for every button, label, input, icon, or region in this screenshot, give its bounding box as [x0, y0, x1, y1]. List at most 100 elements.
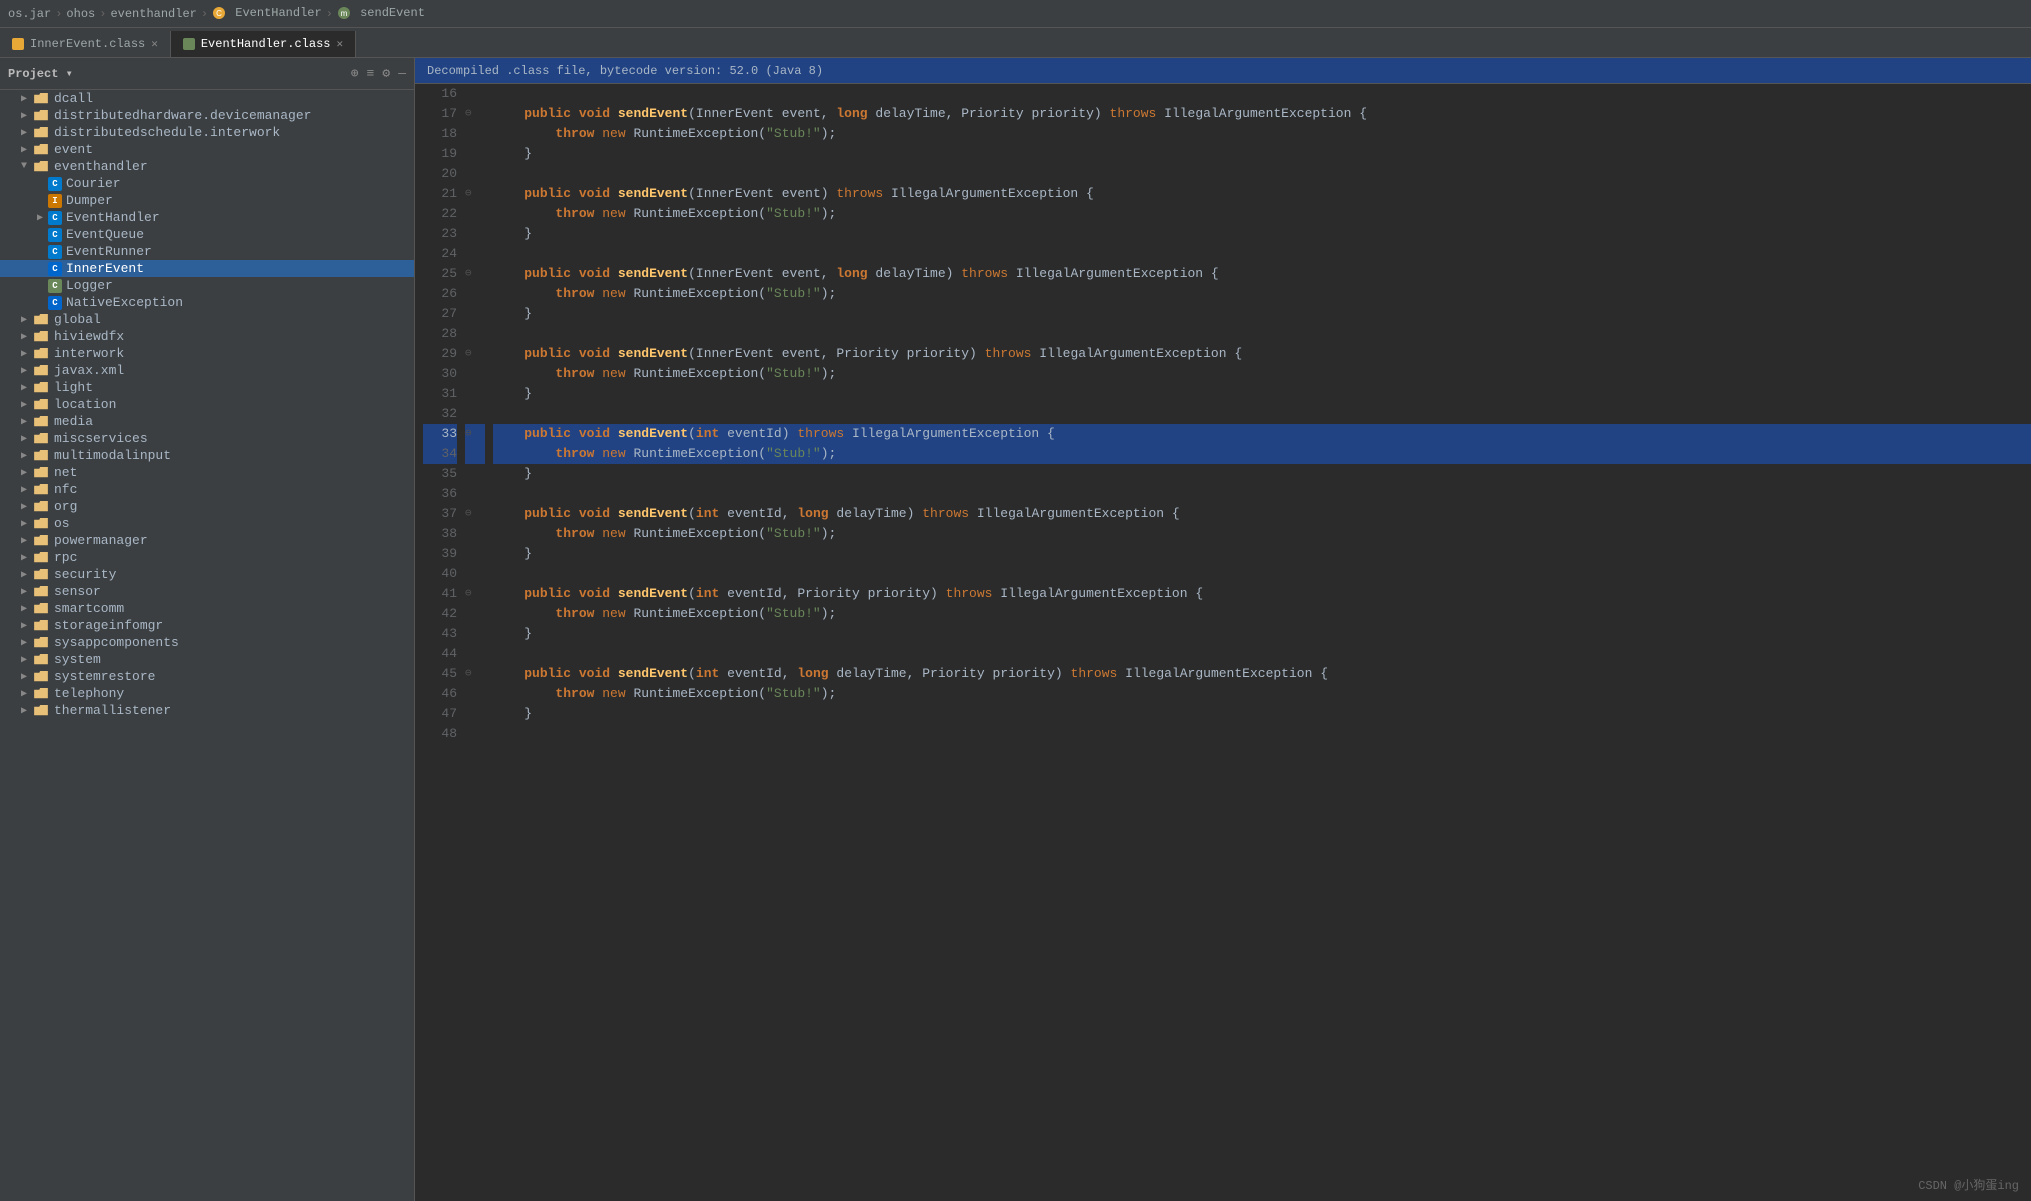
- watermark: CSDN @小狗蛋ing: [1918, 1176, 2019, 1193]
- tree-item-eventhandler[interactable]: ▼ eventhandler: [0, 158, 414, 175]
- tree-item-interwork[interactable]: ▶ interwork: [0, 345, 414, 362]
- tree-item-distributedschedule[interactable]: ▶ distributedschedule.interwork: [0, 124, 414, 141]
- more-icon[interactable]: —: [398, 66, 406, 81]
- folder-icon-hiviewdfx: [32, 330, 50, 344]
- arrow-icon: ▶: [16, 450, 32, 462]
- tree-label-light: light: [54, 380, 93, 395]
- tree-item-security[interactable]: ▶ security: [0, 566, 414, 583]
- arrow-icon: ▶: [16, 314, 32, 326]
- tree-item-eventqueue[interactable]: C EventQueue: [0, 226, 414, 243]
- tree-item-nativeexception[interactable]: C NativeException: [0, 294, 414, 311]
- tree-item-smartcomm[interactable]: ▶ smartcomm: [0, 600, 414, 617]
- collapse-icon[interactable]: ≡: [367, 66, 375, 81]
- tree-label-smartcomm: smartcomm: [54, 601, 124, 616]
- sync-icon[interactable]: ⊕: [351, 66, 359, 81]
- tree-item-telephony[interactable]: ▶ telephony: [0, 685, 414, 702]
- tab-close-inner-event[interactable]: ✕: [151, 37, 158, 51]
- tree-label-system: system: [54, 652, 101, 667]
- tree-item-light[interactable]: ▶ light: [0, 379, 414, 396]
- arrow-icon: ▶: [16, 110, 32, 122]
- class-icon-dumper: I: [48, 194, 62, 208]
- tree-label-multimodalinput: multimodalinput: [54, 448, 171, 463]
- tab-icon-event-handler: [183, 38, 195, 50]
- tree-label-distributedhardware: distributedhardware.devicemanager: [54, 108, 311, 123]
- tree-item-org[interactable]: ▶ org: [0, 498, 414, 515]
- tree-item-dumper[interactable]: I Dumper: [0, 192, 414, 209]
- code-lines[interactable]: public void sendEvent(InnerEvent event, …: [485, 84, 2031, 1201]
- tree-item-distributedhardware[interactable]: ▶ distributedhardware.devicemanager: [0, 107, 414, 124]
- folder-icon-light: [32, 381, 50, 395]
- tree-item-systemrestore[interactable]: ▶ systemrestore: [0, 668, 414, 685]
- tree-item-rpc[interactable]: ▶ rpc: [0, 549, 414, 566]
- tree-item-nfc[interactable]: ▶ nfc: [0, 481, 414, 498]
- sidebar: Project ▾ ⊕ ≡ ⚙ — ▶ dcall ▶ distributedh…: [0, 58, 415, 1201]
- tree-item-sysappcomponents[interactable]: ▶ sysappcomponents: [0, 634, 414, 651]
- code-line-23: }: [493, 224, 2031, 244]
- arrow-icon: ▶: [16, 603, 32, 615]
- tree-item-storageinfomgr[interactable]: ▶ storageinfomgr: [0, 617, 414, 634]
- tree-item-miscservices[interactable]: ▶ miscservices: [0, 430, 414, 447]
- settings-icon[interactable]: ⚙: [382, 66, 390, 81]
- sidebar-toolbar: ⊕ ≡ ⚙ —: [351, 66, 406, 81]
- code-line-31: }: [493, 384, 2031, 404]
- arrow-icon: ▶: [16, 518, 32, 530]
- arrow-icon: ▶: [16, 93, 32, 105]
- folder-icon-eventhandler: [32, 160, 50, 174]
- breadcrumb-item[interactable]: ohos: [66, 7, 95, 21]
- svg-text:m: m: [341, 9, 348, 18]
- breadcrumb-item[interactable]: os.jar: [8, 7, 51, 21]
- code-line-18: throw new RuntimeException("Stub!");: [493, 124, 2031, 144]
- tree-label-nativeexception: NativeException: [66, 295, 183, 310]
- tree-item-os[interactable]: ▶ os: [0, 515, 414, 532]
- tree-item-media[interactable]: ▶ media: [0, 413, 414, 430]
- tree-item-logger[interactable]: C Logger: [0, 277, 414, 294]
- tree-label-hiviewdfx: hiviewdfx: [54, 329, 124, 344]
- tree-item-location[interactable]: ▶ location: [0, 396, 414, 413]
- breadcrumb-item[interactable]: m sendEvent: [337, 6, 425, 20]
- tree-item-event[interactable]: ▶ event: [0, 141, 414, 158]
- folder-icon-sensor: [32, 585, 50, 599]
- tree-item-eventhandler-class[interactable]: ▶ C EventHandler: [0, 209, 414, 226]
- tree-item-sensor[interactable]: ▶ sensor: [0, 583, 414, 600]
- tree-item-net[interactable]: ▶ net: [0, 464, 414, 481]
- tree-item-global[interactable]: ▶ global: [0, 311, 414, 328]
- arrow-icon: ▶: [16, 433, 32, 445]
- tree-item-courier[interactable]: C Courier: [0, 175, 414, 192]
- folder-icon-location: [32, 398, 50, 412]
- tree-item-innerevent[interactable]: C InnerEvent: [0, 260, 414, 277]
- tree-label-eventqueue: EventQueue: [66, 227, 144, 242]
- tree-label-distributedschedule: distributedschedule.interwork: [54, 125, 280, 140]
- breadcrumb-item[interactable]: eventhandler: [110, 7, 196, 21]
- tree-item-javax-xml[interactable]: ▶ javax.xml: [0, 362, 414, 379]
- tree-item-system[interactable]: ▶ system: [0, 651, 414, 668]
- tree-label-org: org: [54, 499, 77, 514]
- tree-item-eventrunner[interactable]: C EventRunner: [0, 243, 414, 260]
- tab-close-event-handler[interactable]: ✕: [336, 37, 343, 51]
- tree-item-thermallistener[interactable]: ▶ thermallistener: [0, 702, 414, 719]
- tree-label-courier: Courier: [66, 176, 121, 191]
- folder-icon-event: [32, 143, 50, 157]
- sidebar-title: Project ▾: [8, 66, 73, 81]
- code-content[interactable]: 16 17 18 19 20 21 22 23 24 25 26 27 28 2…: [415, 84, 2031, 1201]
- breadcrumb-sep: ›: [99, 7, 106, 21]
- tree-item-dcall[interactable]: ▶ dcall: [0, 90, 414, 107]
- code-line-36: [493, 484, 2031, 504]
- tab-inner-event[interactable]: InnerEvent.class ✕: [0, 31, 171, 57]
- tree-item-hiviewdfx[interactable]: ▶ hiviewdfx: [0, 328, 414, 345]
- folder-icon-interwork: [32, 347, 50, 361]
- tree-label-eventrunner: EventRunner: [66, 244, 152, 259]
- tree-item-powermanager[interactable]: ▶ powermanager: [0, 532, 414, 549]
- breadcrumb-sep: ›: [326, 7, 333, 21]
- folder-icon-org: [32, 500, 50, 514]
- breadcrumb-sep: ›: [55, 7, 62, 21]
- tree-item-multimodalinput[interactable]: ▶ multimodalinput: [0, 447, 414, 464]
- class-icon-logger: C: [48, 279, 62, 293]
- folder-icon-media: [32, 415, 50, 429]
- arrow-icon: ▶: [16, 586, 32, 598]
- breadcrumb-sep: ›: [201, 7, 208, 21]
- breadcrumb-item[interactable]: C EventHandler: [212, 6, 322, 20]
- tab-bar: InnerEvent.class ✕ EventHandler.class ✕: [0, 28, 2031, 58]
- arrow-icon: ▶: [16, 399, 32, 411]
- arrow-icon: ▶: [16, 501, 32, 513]
- tab-event-handler[interactable]: EventHandler.class ✕: [171, 31, 356, 57]
